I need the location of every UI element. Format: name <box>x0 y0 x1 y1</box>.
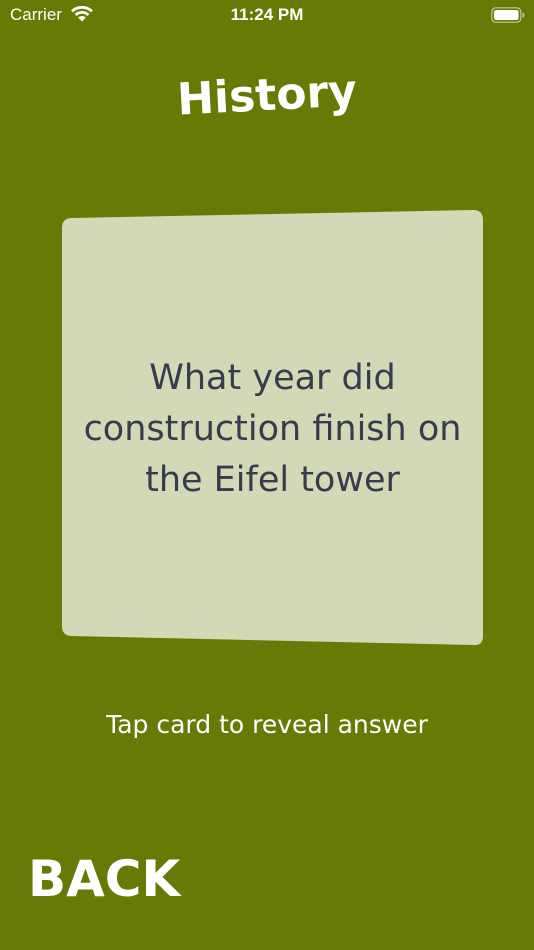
category-title: History <box>175 65 359 126</box>
battery-icon <box>491 7 525 23</box>
card-question: What year did construction finish on the… <box>83 358 462 500</box>
flashcard[interactable]: What year did construction finish on the… <box>62 210 483 646</box>
status-bar: Carrier 11:24 PM <box>0 0 534 30</box>
reveal-hint: Tap card to reveal answer <box>106 710 428 739</box>
clock-time: 11:24 PM <box>230 5 304 24</box>
back-button[interactable]: BACK <box>28 850 180 908</box>
